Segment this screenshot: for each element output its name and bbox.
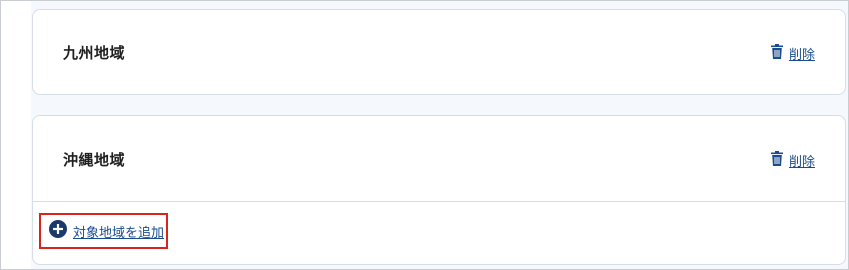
plus-circle-icon <box>49 220 67 242</box>
add-region-label[interactable]: 対象地域を追加 <box>73 222 164 241</box>
trash-icon <box>770 44 783 63</box>
region-title: 九州地域 <box>63 44 126 62</box>
delete-region-button[interactable]: 削除 <box>770 151 815 170</box>
card-divider <box>33 201 845 202</box>
delete-label[interactable]: 削除 <box>789 44 815 63</box>
delete-region-button[interactable]: 削除 <box>770 44 815 63</box>
region-card-kyushu: 九州地域 削除 <box>32 9 846 95</box>
delete-label[interactable]: 削除 <box>789 151 815 170</box>
region-title: 沖縄地域 <box>63 151 126 169</box>
trash-icon <box>770 151 783 170</box>
page-frame: 九州地域 削除 沖縄地域 削除 対象地域を追加 <box>0 0 849 270</box>
add-region-button[interactable]: 対象地域を追加 <box>39 213 168 249</box>
